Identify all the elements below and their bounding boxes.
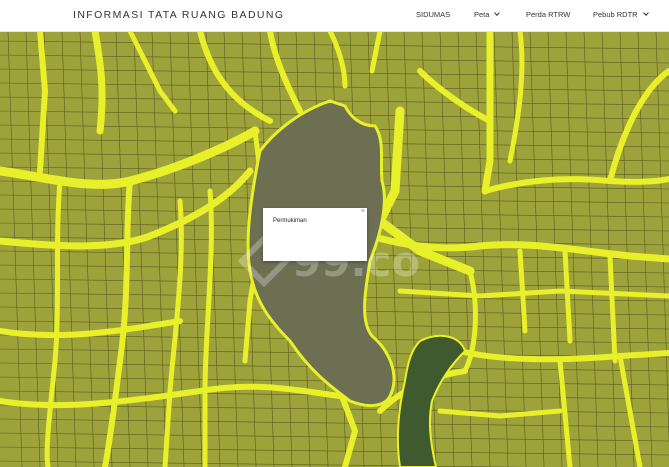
chevron-down-icon: [642, 10, 649, 16]
chevron-down-icon: [494, 10, 501, 16]
nav-sidumas[interactable]: SIDUMAS: [416, 10, 450, 19]
top-navbar: INFORMASI TATA RUANG BADUNG SIDUMAS Peta…: [0, 0, 669, 32]
zoning-map[interactable]: 99.co Permukiman ×: [0, 31, 669, 467]
nav-peta[interactable]: Peta: [474, 10, 501, 19]
nav-pebub-rdtr-label: Pebub RDTR: [593, 10, 638, 19]
nav-peta-label: Peta: [474, 10, 490, 19]
popup-text: Permukiman: [273, 218, 307, 224]
feature-popup: Permukiman ×: [263, 208, 367, 261]
nav-perda-rtrw[interactable]: Perda RTRW: [526, 10, 570, 19]
close-icon[interactable]: ×: [361, 208, 365, 215]
nav-pebub-rdtr[interactable]: Pebub RDTR: [593, 10, 649, 19]
site-title[interactable]: INFORMASI TATA RUANG BADUNG: [73, 9, 284, 21]
